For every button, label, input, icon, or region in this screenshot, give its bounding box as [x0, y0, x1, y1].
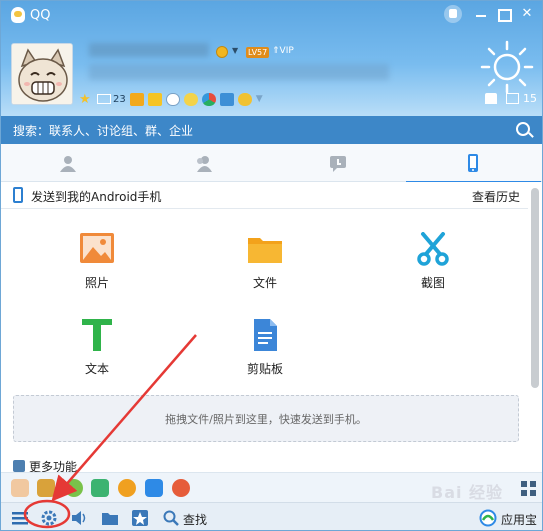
qzone-icon[interactable]	[183, 92, 198, 106]
browser-icon[interactable]	[172, 479, 190, 497]
device-row: 发送到我的Android手机 查看历史	[1, 182, 528, 209]
app-grid-icon[interactable]	[521, 481, 537, 497]
tab-friends-group[interactable]	[136, 144, 271, 182]
online-status-icon[interactable]	[216, 46, 228, 58]
photos-icon[interactable]	[201, 92, 216, 106]
chevron-down-icon[interactable]: ▼	[232, 46, 238, 55]
star-icon[interactable]: ★	[79, 93, 93, 106]
message-count: 15	[523, 92, 537, 105]
close-button[interactable]: ✕	[519, 6, 535, 22]
folder-icon[interactable]	[101, 509, 119, 527]
mail-count: 23	[113, 93, 126, 105]
drop-zone[interactable]: 拖拽文件/照片到这里，快速发送到手机。	[13, 395, 519, 442]
search-bar[interactable]: 搜索：联系人、讨论组、群、企业	[1, 116, 542, 144]
title-bar[interactable]: QQ ✕	[1, 1, 542, 31]
tile-label: 照片	[84, 276, 109, 290]
text-icon	[82, 319, 112, 351]
tile-clipboard[interactable]: 剪贴板	[225, 318, 305, 398]
shirt-icon[interactable]	[485, 93, 497, 104]
weather-sun-icon[interactable]	[479, 39, 535, 95]
app-store-icon[interactable]	[479, 509, 497, 527]
phone-panel: 发送到我的Android手机 查看历史 照片 文件 截图 文本 剪贴板 拖拽文件…	[1, 182, 542, 474]
tile-label: 文本	[84, 362, 109, 376]
tab-contacts[interactable]	[1, 144, 136, 182]
coin-icon[interactable]	[118, 479, 136, 497]
search-icon[interactable]	[516, 122, 530, 136]
tile-file[interactable]: 文件	[225, 232, 305, 312]
scissors-icon	[417, 232, 449, 266]
qq-pet-dog-icon[interactable]	[37, 479, 55, 497]
cat-avatar-icon	[12, 44, 72, 104]
message-box-icon[interactable]	[506, 93, 519, 104]
drop-zone-text: 拖拽文件/照片到这里，快速发送到手机。	[165, 413, 367, 426]
minimize-button[interactable]	[473, 6, 489, 22]
favorites-star-icon[interactable]	[131, 509, 149, 527]
signature-blurred[interactable]	[89, 64, 389, 80]
contacts-icon	[60, 156, 76, 172]
bottom-toolbar: 查找 应用宝	[1, 502, 542, 530]
tencent-video-icon[interactable]	[219, 92, 234, 106]
avatar[interactable]	[11, 43, 73, 105]
folder-icon	[248, 238, 282, 263]
clipboard-icon	[254, 319, 277, 351]
photo-icon	[80, 233, 114, 263]
qq-pet-icon[interactable]	[11, 479, 29, 497]
tile-text[interactable]: 文本	[57, 318, 137, 398]
weiyun-icon[interactable]	[165, 92, 180, 106]
tab-bar	[1, 144, 542, 183]
video-play-icon[interactable]	[91, 479, 109, 497]
android-phone-icon	[13, 187, 23, 203]
mail-icon[interactable]	[97, 94, 111, 104]
tab-phone[interactable]	[406, 144, 541, 183]
shop-icon[interactable]	[129, 92, 144, 106]
level-badge[interactable]: LV57	[246, 47, 270, 58]
app-title: QQ	[30, 8, 51, 23]
vip-badge-label: VIP	[279, 46, 294, 56]
find-label[interactable]: 查找	[183, 511, 207, 528]
search-input[interactable]: 搜索：联系人、讨论组、群、企业	[13, 122, 193, 139]
security-shield-icon[interactable]	[145, 479, 163, 497]
qq-window: QQ ✕ ▼ LV57 ⇑VIP ★ 23 ▼ 15 搜索：联系人、讨论组、群、…	[0, 0, 543, 531]
profile-icons-row: ★ 23 ▼	[79, 91, 274, 107]
device-label: 发送到我的Android手机	[31, 190, 162, 204]
settings-gear-icon[interactable]	[40, 509, 58, 527]
chevron-down-icon[interactable]: ▼	[256, 93, 270, 106]
wallet-icon[interactable]	[147, 92, 162, 106]
watermark: Bai 经验	[431, 483, 504, 502]
scrollbar[interactable]	[531, 188, 539, 388]
vip-badge[interactable]: ⇑VIP	[272, 46, 294, 56]
header: QQ ✕ ▼ LV57 ⇑VIP ★ 23 ▼ 15	[1, 1, 542, 116]
recent-chat-icon	[330, 156, 346, 172]
tile-photo[interactable]: 照片	[57, 232, 137, 312]
tile-label: 剪贴板	[246, 362, 283, 376]
qq-logo-icon	[11, 7, 25, 23]
speaker-icon[interactable]	[70, 509, 88, 527]
qq-music-icon[interactable]	[65, 479, 83, 497]
tile-label: 截图	[420, 276, 445, 290]
nickname-blurred	[89, 43, 209, 57]
phone-icon	[468, 154, 478, 172]
main-menu-icon[interactable]	[11, 509, 29, 527]
tab-recent-chat[interactable]	[271, 144, 406, 182]
friends-group-icon	[197, 156, 212, 172]
view-history-link[interactable]: 查看历史	[472, 188, 520, 205]
tile-screenshot[interactable]: 截图	[393, 232, 473, 312]
game-icon[interactable]	[237, 92, 252, 106]
maximize-button[interactable]	[495, 6, 512, 22]
search-icon[interactable]	[162, 509, 180, 527]
skin-icon[interactable]	[444, 5, 462, 23]
wrench-icon	[13, 460, 25, 472]
tile-label: 文件	[252, 276, 277, 290]
app-store-label[interactable]: 应用宝	[501, 511, 537, 528]
